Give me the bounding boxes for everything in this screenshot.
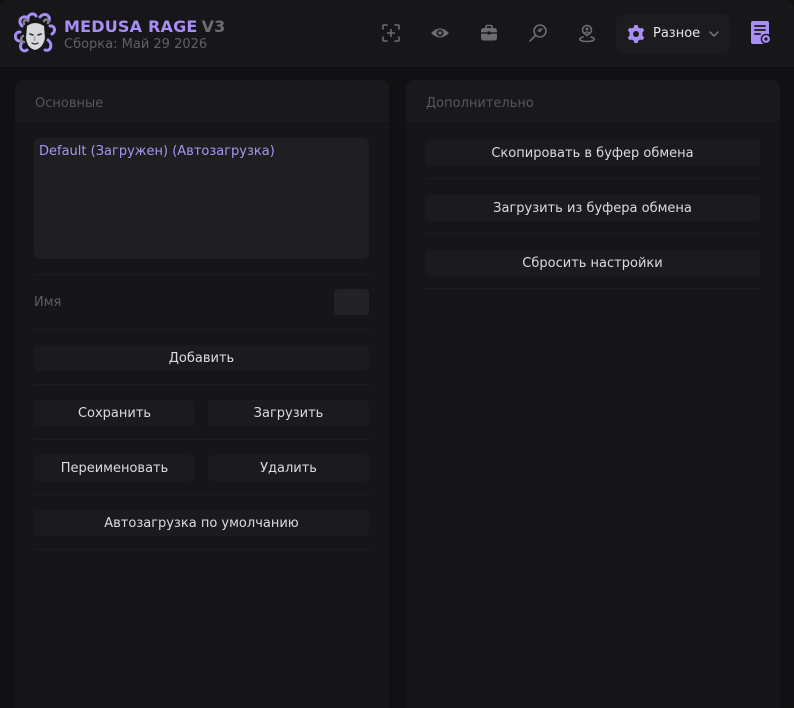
panel-title: Дополнительно xyxy=(426,96,534,111)
medusa-logo-icon xyxy=(14,12,56,53)
divider xyxy=(34,274,369,275)
reset-settings-button[interactable]: Сбросить настройки xyxy=(425,250,760,276)
divider xyxy=(34,494,369,495)
brand-title: MEDUSA RAGE V3 xyxy=(64,17,226,36)
divider xyxy=(34,384,369,385)
extra-panel: Дополнительно Скопировать в буфер обмена… xyxy=(406,80,780,708)
chevron-down-icon xyxy=(709,31,719,37)
category-dropdown[interactable]: Разное xyxy=(616,14,730,54)
panel-title: Основные xyxy=(35,96,104,111)
crosshair-icon[interactable] xyxy=(380,22,402,44)
location-person-icon[interactable] xyxy=(576,22,598,44)
copy-to-clipboard-button[interactable]: Скопировать в буфер обмена xyxy=(425,140,760,166)
config-list[interactable]: Default (Загружен) (Автозагрузка) xyxy=(34,138,369,259)
config-list-icon[interactable] xyxy=(748,20,772,46)
rename-button[interactable]: Переименовать xyxy=(34,455,195,481)
search-radar-icon[interactable] xyxy=(527,22,549,44)
divider xyxy=(425,178,760,179)
name-label: Имя xyxy=(34,295,62,310)
divider xyxy=(34,549,369,550)
app-window: MEDUSA RAGE V3 Сборка: Май 29 2026 Разно… xyxy=(0,0,794,708)
autoload-default-button[interactable]: Автозагрузка по умолчанию xyxy=(34,510,369,536)
brand-version: V3 xyxy=(201,17,226,36)
name-input[interactable] xyxy=(334,289,369,315)
build-label: Сборка: Май 29 2026 xyxy=(64,37,208,52)
add-button[interactable]: Добавить xyxy=(34,345,369,371)
dropdown-label: Разное xyxy=(653,26,701,41)
divider xyxy=(34,439,369,440)
header-bar: MEDUSA RAGE V3 Сборка: Май 29 2026 Разно… xyxy=(0,0,794,68)
gear-icon xyxy=(627,25,645,43)
main-panel: Основные Default (Загружен) (Автозагрузк… xyxy=(15,80,389,708)
config-list-item[interactable]: Default (Загружен) (Автозагрузка) xyxy=(39,144,275,159)
divider xyxy=(425,233,760,234)
eye-icon[interactable] xyxy=(429,22,451,44)
save-button[interactable]: Сохранить xyxy=(34,400,195,426)
divider xyxy=(425,288,760,289)
brand-name: MEDUSA RAGE xyxy=(64,17,198,36)
briefcase-icon[interactable] xyxy=(478,22,500,44)
load-from-clipboard-button[interactable]: Загрузить из буфера обмена xyxy=(425,195,760,221)
delete-button[interactable]: Удалить xyxy=(208,455,369,481)
panel-header: Дополнительно xyxy=(406,80,780,124)
panel-header: Основные xyxy=(15,80,389,124)
load-button[interactable]: Загрузить xyxy=(208,400,369,426)
divider xyxy=(34,329,369,330)
